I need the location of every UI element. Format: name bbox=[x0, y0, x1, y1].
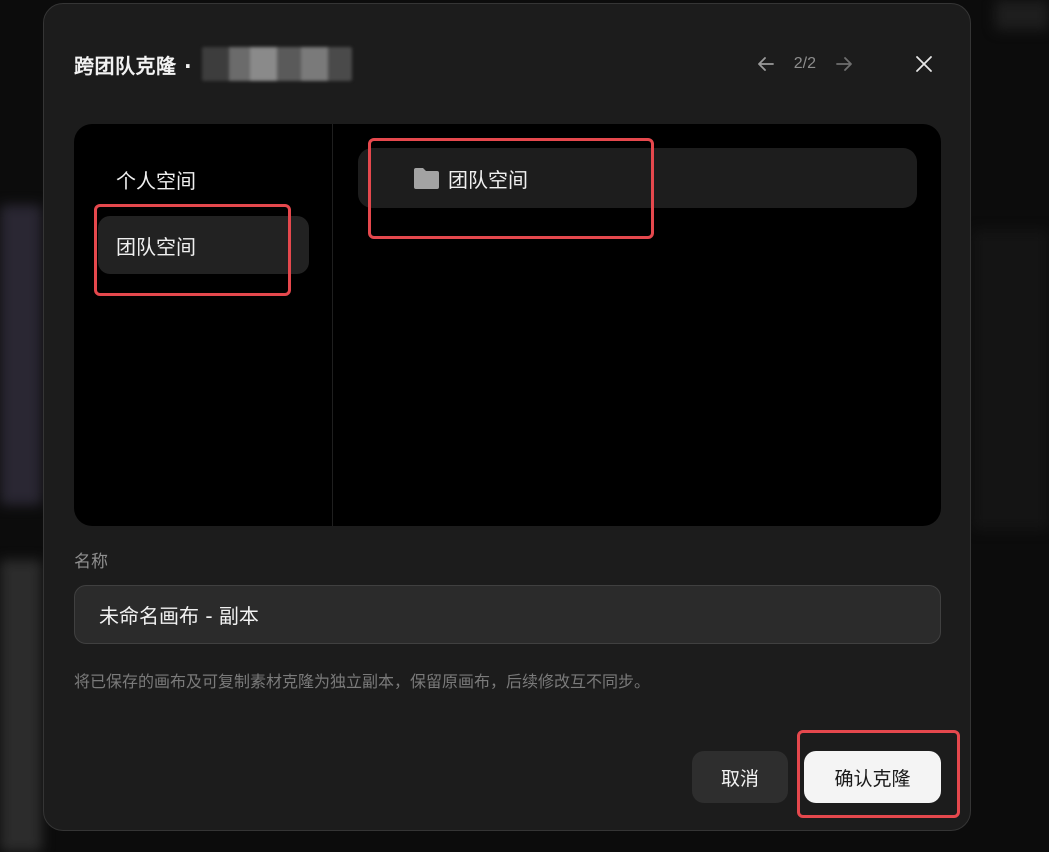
background-blur bbox=[0, 205, 42, 505]
background-blur bbox=[0, 560, 42, 852]
arrow-left-icon[interactable] bbox=[752, 50, 780, 78]
name-input[interactable] bbox=[74, 585, 941, 644]
folder-list: 团队空间 bbox=[334, 124, 941, 526]
confirm-clone-button[interactable]: 确认克隆 bbox=[804, 751, 941, 803]
page-indicator: 2/2 bbox=[793, 55, 816, 72]
redacted-team-name bbox=[202, 47, 353, 81]
name-field-label: 名称 bbox=[74, 552, 108, 572]
sidebar-item-label: 个人空间 bbox=[116, 168, 196, 193]
clone-hint-text: 将已保存的画布及可复制素材克隆为独立副本，保留原画布，后续修改互不同步。 bbox=[74, 672, 651, 691]
sidebar-item-label: 团队空间 bbox=[116, 234, 196, 259]
close-icon[interactable] bbox=[908, 48, 940, 80]
sidebar-item-personal-space[interactable]: 个人空间 bbox=[98, 150, 309, 208]
sidebar-item-team-space[interactable]: 团队空间 bbox=[98, 216, 309, 274]
space-sidebar: 个人空间 团队空间 bbox=[74, 124, 333, 526]
page-navigation: 2/2 bbox=[752, 48, 940, 80]
arrow-right-icon[interactable] bbox=[830, 50, 858, 78]
dialog-header: 跨团队克隆 · 2/2 bbox=[74, 44, 940, 84]
folder-icon bbox=[413, 166, 440, 190]
background-blur bbox=[972, 230, 1049, 530]
dialog-title: 跨团队克隆 · bbox=[74, 53, 193, 78]
background-blur bbox=[995, 0, 1049, 30]
space-browser: 个人空间 团队空间 团队空间 bbox=[74, 124, 941, 526]
folder-item-team-space[interactable]: 团队空间 bbox=[358, 148, 917, 208]
folder-label: 团队空间 bbox=[448, 167, 528, 192]
cancel-button[interactable]: 取消 bbox=[692, 751, 788, 803]
clone-dialog: 跨团队克隆 · 2/2 个人空间 团队空间 团队空间 名称 未命名画布 - 副本… bbox=[43, 3, 971, 831]
